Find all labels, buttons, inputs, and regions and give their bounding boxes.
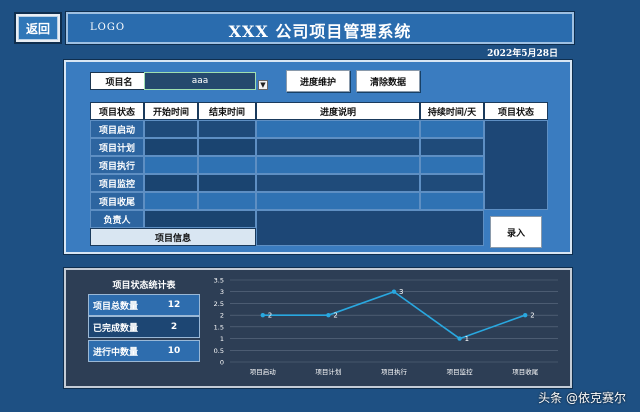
data-point	[391, 289, 397, 294]
project-panel: 项目名 aaa ▼ 进度维护 清除数据 项目状态 开始时间 结束时间 进度说明 …	[64, 60, 572, 254]
owner-cell[interactable]	[144, 210, 256, 228]
column-header: 开始时间	[144, 102, 198, 120]
x-tick-label: 项目收尾	[512, 367, 539, 376]
stat-label: 进行中数量	[93, 347, 139, 358]
row-label: 项目执行	[90, 156, 144, 174]
y-tick-label: 0.5	[214, 347, 224, 355]
x-tick-label: 项目计划	[315, 367, 341, 376]
duration-cell[interactable]	[420, 138, 484, 156]
back-button-label: 返回	[18, 16, 58, 40]
stat-row: 进行中数量 10	[88, 340, 200, 362]
submit-button[interactable]: 录入	[490, 216, 542, 248]
column-header: 结束时间	[198, 102, 256, 120]
x-tick-label: 项目监控	[447, 367, 474, 376]
end-time-cell[interactable]	[198, 156, 256, 174]
stats-panel: 项目状态统计表 项目总数量 12 已完成数量 2 进行中数量 10 0 0.5 1 1…	[64, 268, 572, 388]
end-time-cell[interactable]	[198, 120, 256, 138]
start-time-cell[interactable]	[144, 192, 198, 210]
stat-value: 12	[167, 300, 181, 310]
info-area[interactable]	[256, 210, 484, 246]
data-point	[457, 336, 462, 341]
page-title: XXX 公司项目管理系统	[228, 22, 412, 41]
duration-cell[interactable]	[420, 192, 484, 210]
start-time-cell[interactable]	[144, 174, 198, 192]
data-label: 2	[333, 312, 337, 320]
stat-row: 项目总数量 12	[88, 294, 200, 316]
duration-cell[interactable]	[420, 156, 484, 174]
clear-data-button[interactable]: 清除数据	[356, 70, 420, 92]
x-tick-label: 项目执行	[381, 367, 408, 376]
project-name-label: 项目名	[90, 72, 148, 90]
stats-title: 项目状态统计表	[112, 281, 176, 291]
row-label: 项目启动	[90, 120, 144, 138]
row-label: 项目监控	[90, 174, 144, 192]
progress-desc-cell[interactable]	[256, 120, 420, 138]
progress-desc-cell[interactable]	[256, 174, 420, 192]
data-point	[326, 312, 331, 318]
data-label: 2	[530, 312, 534, 320]
data-label: 1	[465, 335, 469, 343]
stat-row: 已完成数量 2	[88, 316, 200, 338]
column-header: 持续时间/天	[420, 102, 484, 120]
start-time-cell[interactable]	[144, 156, 198, 174]
status-line-chart: 0 0.5 1 1.5 2 2.5 3 3.5 项目启动 项目计划 项目执行 项目监控 项目收尾 2 2 3 1…	[214, 277, 558, 376]
project-info-label: 项目信息	[90, 228, 256, 246]
stat-label: 已完成数量	[93, 323, 139, 334]
column-header: 项目状态	[484, 102, 548, 120]
progress-desc-cell[interactable]	[256, 156, 420, 174]
row-label: 项目计划	[90, 138, 144, 156]
status-cell[interactable]	[484, 120, 548, 210]
column-header: 进度说明	[256, 102, 420, 120]
y-tick-label: 3.5	[214, 277, 224, 285]
start-time-cell[interactable]	[144, 138, 198, 156]
chevron-down-icon[interactable]: ▼	[258, 80, 268, 90]
y-tick-label: 0	[220, 359, 224, 367]
end-time-cell[interactable]	[198, 174, 256, 192]
y-tick-label: 1.5	[214, 323, 224, 331]
duration-cell[interactable]	[420, 120, 484, 138]
x-tick-label: 项目启动	[250, 367, 277, 376]
progress-desc-cell[interactable]	[256, 138, 420, 156]
end-time-cell[interactable]	[198, 192, 256, 210]
data-label: 3	[399, 288, 403, 296]
stat-value: 10	[167, 346, 181, 356]
end-time-cell[interactable]	[198, 138, 256, 156]
data-point	[523, 312, 528, 318]
data-label: 2	[268, 312, 272, 320]
owner-label: 负责人	[90, 210, 144, 228]
data-point	[260, 312, 265, 318]
progress-desc-cell[interactable]	[256, 192, 420, 210]
back-button[interactable]: 返回	[14, 12, 62, 44]
y-tick-label: 2.5	[214, 300, 224, 308]
duration-cell[interactable]	[420, 174, 484, 192]
y-tick-label: 2	[220, 312, 224, 320]
column-header: 项目状态	[90, 102, 144, 120]
row-label: 项目收尾	[90, 192, 144, 210]
current-date: 2022年5月28日	[487, 49, 558, 59]
y-tick-label: 3	[220, 288, 224, 296]
stat-value: 2	[170, 322, 178, 332]
start-time-cell[interactable]	[144, 120, 198, 138]
header-bar: LOGO XXX 公司项目管理系统	[66, 12, 574, 44]
stat-label: 项目总数量	[93, 301, 139, 312]
y-tick-label: 1	[220, 335, 224, 343]
project-name-select[interactable]: aaa	[144, 72, 256, 90]
watermark: 头条 @依克赛尔	[538, 391, 626, 405]
progress-maintain-button[interactable]: 进度维护	[286, 70, 350, 92]
